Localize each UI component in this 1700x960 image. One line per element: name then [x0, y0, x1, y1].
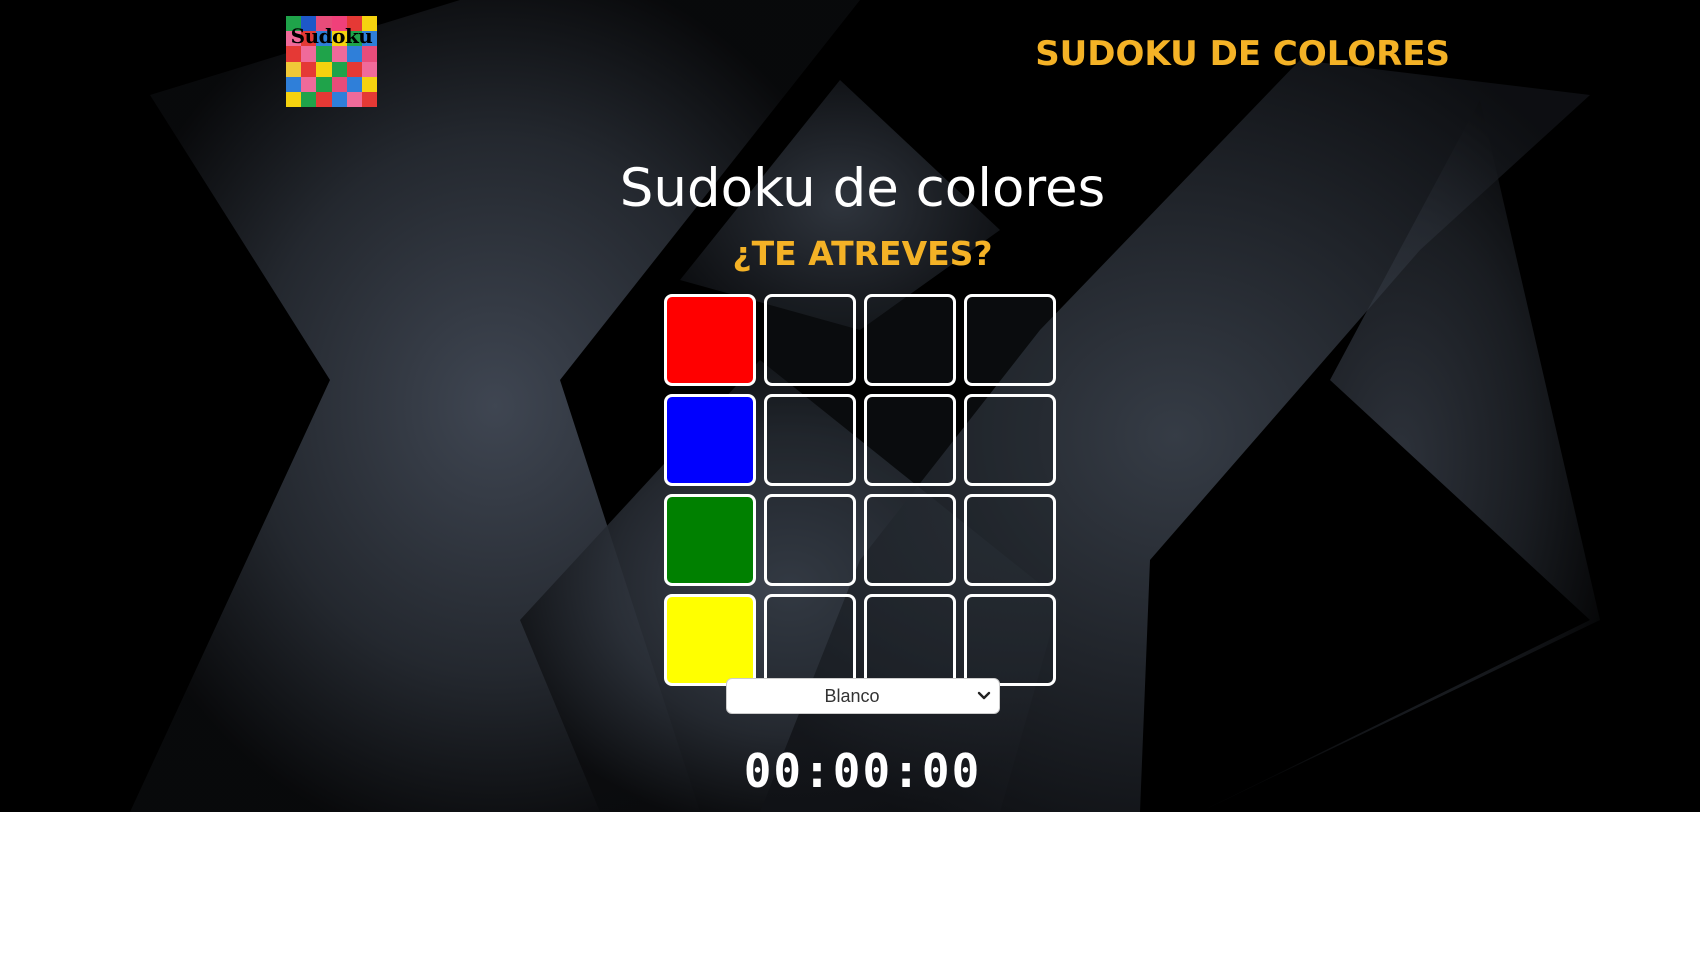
logo-tile — [286, 76, 302, 92]
logo-tile — [361, 76, 377, 92]
sudoku-board — [664, 294, 1056, 686]
logo-tile — [346, 76, 362, 92]
board-cell[interactable] — [964, 294, 1056, 386]
logo-tile — [286, 61, 302, 77]
logo-tile — [331, 46, 347, 62]
header-title[interactable]: SUDOKU DE COLORES — [950, 34, 1450, 74]
board-cell[interactable] — [864, 294, 956, 386]
logo-tile — [316, 76, 332, 92]
logo-tile — [331, 76, 347, 92]
logo-tile — [361, 46, 377, 62]
logo-tile — [316, 46, 332, 62]
logo-tile — [346, 46, 362, 62]
logo-tile — [301, 91, 317, 107]
board-cell[interactable] — [664, 494, 756, 586]
game-area: Sudoku SUDOKU DE COLORES Sudoku de color… — [0, 0, 1700, 812]
logo-text: Sudoku — [290, 24, 373, 48]
board-cell[interactable] — [764, 494, 856, 586]
board-cell[interactable] — [764, 294, 856, 386]
page-subtitle: ¿TE ATREVES? — [732, 234, 993, 273]
logo-tile — [331, 61, 347, 77]
board-cell[interactable] — [864, 394, 956, 486]
board-cell[interactable] — [964, 494, 1056, 586]
color-select[interactable]: Blanco — [726, 678, 1000, 714]
chevron-down-icon — [977, 691, 991, 700]
logo-tile — [346, 61, 362, 77]
color-select-value: Blanco — [824, 686, 880, 706]
board-cell[interactable] — [664, 594, 756, 686]
page-title: Sudoku de colores — [619, 158, 1106, 219]
board-cell[interactable] — [664, 294, 756, 386]
board-cell[interactable] — [664, 394, 756, 486]
logo-tile — [331, 91, 347, 107]
board-cell[interactable] — [864, 594, 956, 686]
logo-tile — [301, 76, 317, 92]
logo-tile — [316, 61, 332, 77]
logo-tile — [301, 61, 317, 77]
logo-tile — [346, 91, 362, 107]
logo-tile — [286, 91, 302, 107]
board-cell[interactable] — [964, 394, 1056, 486]
logo-tile — [301, 46, 317, 62]
logo-tile — [286, 46, 302, 62]
board-cell[interactable] — [864, 494, 956, 586]
logo-tile — [361, 61, 377, 77]
board-cell[interactable] — [764, 594, 856, 686]
logo-tile — [361, 91, 377, 107]
logo-tile — [316, 91, 332, 107]
board-cell[interactable] — [964, 594, 1056, 686]
timer: 00:00:00 — [743, 744, 982, 798]
board-cell[interactable] — [764, 394, 856, 486]
